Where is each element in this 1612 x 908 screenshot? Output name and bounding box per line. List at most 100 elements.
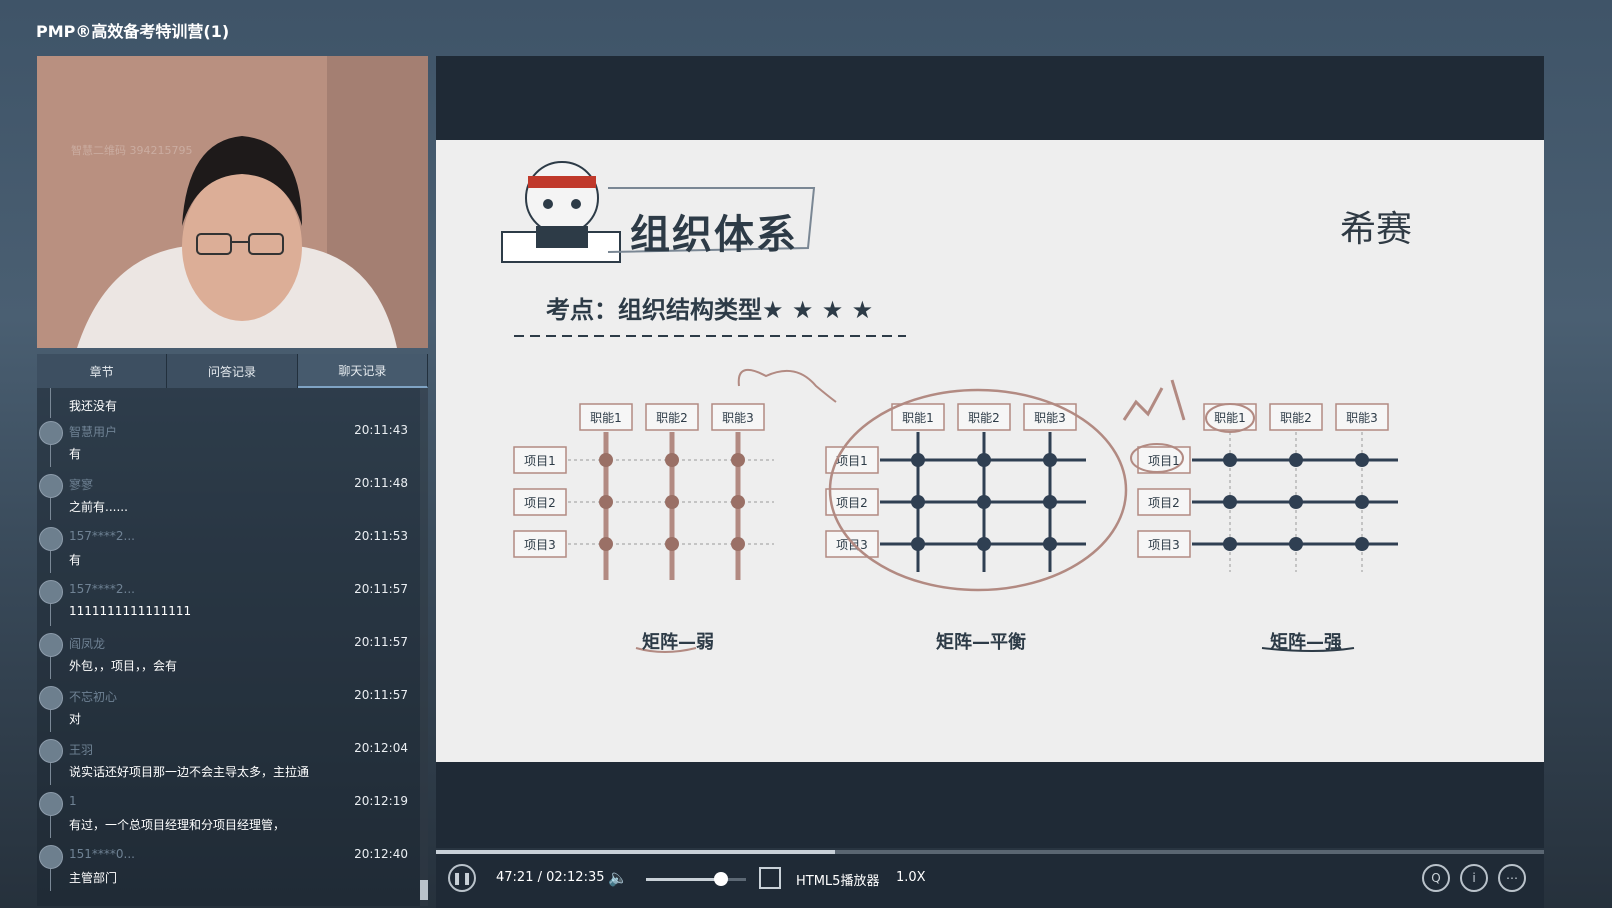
user-avatar [39,633,63,657]
chat-username: 智慧用户 [69,425,118,439]
chat-time: 20:11:48 [354,476,408,490]
chat-text: 有 [69,447,82,461]
course-slide: 职能1 职能2 职能3 项目1 项目2 项目3 职能1 职能2 职能3 项目1 项目2 项目3 职能1 职… [436,140,1544,762]
chat-message: 157****2... 20:11:53 有 [37,521,420,574]
chat-message: 王羽 20:12:04 说实话还好项目那一边不会主导太多，主拉通 [37,733,420,786]
chat-message: 157****2... 20:11:57 1111111111111111 [37,574,420,627]
chat-list[interactable]: 我还没有 智慧用户 20:11:43 有 寥寥 20:11:48 之前有....… [37,388,420,906]
matrix-balanced: 职能1 职能2 职能3 项目1 项目2 项目3 [825,403,1086,572]
matrix-node [731,453,745,467]
timeline-line [50,657,51,679]
sidebar-tabs: 章节 问答记录 聊天记录 [37,354,428,388]
matrix-node [1289,495,1303,509]
timeline-line [50,445,51,467]
project-label: 项目2 [524,496,556,510]
volume-knob[interactable] [714,872,728,886]
matrix-node [911,495,925,509]
time-display: 47:21 / 02:12:35 [496,870,605,885]
user-avatar [39,527,63,551]
volume-slider[interactable] [646,872,746,886]
chat-time: 20:11:57 [354,688,408,702]
matrix-node [977,495,991,509]
chat-text: 对 [69,712,82,726]
matrix-node [977,453,991,467]
user-avatar [39,845,63,869]
matrix-node [665,453,679,467]
matrix-node [1223,495,1237,509]
timeline-line [50,551,51,573]
matrix-node [1043,537,1057,551]
project-label: 项目3 [524,538,556,552]
project-label: 项目1 [836,454,868,468]
pause-icon[interactable]: ❚❚ [448,864,476,892]
speed-button[interactable]: 1.0X [896,870,926,885]
chat-text: 主管部门 [69,871,118,885]
scrollbar-thumb[interactable] [420,880,428,900]
matrix-node [977,537,991,551]
caption-balanced-matrix: 矩阵—平衡 [936,632,1026,653]
chat-text: 说实话还好项目那一边不会主导太多，主拉通 [69,765,310,779]
matrix-node [911,453,925,467]
project-label: 项目1 [524,454,556,468]
matrix-node [665,537,679,551]
user-avatar [39,474,63,498]
chat-time: 20:11:43 [354,423,408,437]
timeline-line [50,388,51,418]
matrix-node [599,453,613,467]
mascot-cat-icon [501,161,621,263]
chat-username: 王羽 [69,743,94,757]
screenshot-icon[interactable] [759,867,781,889]
chat-message: 智慧用户 20:11:43 有 [37,415,420,468]
chat-text: 外包，，项目，，会有 [69,659,178,673]
chat-text: 有过，一个总项目经理和分项目经理管， [69,818,286,832]
chat-time: 20:12:19 [354,794,408,808]
chat-message: 1 20:12:19 有过，一个总项目经理和分项目经理管， [37,786,420,839]
matrix-node [1043,495,1057,509]
function-label: 职能2 [968,411,1000,425]
function-label: 职能2 [656,411,688,425]
sidebar: 章节 问答记录 聊天记录 我还没有 智慧用户 20:11:43 有 寥寥 20:… [37,354,428,906]
chat-text: 我还没有 [69,399,118,413]
function-label: 职能3 [722,411,754,425]
player-name: HTML5播放器 [796,874,880,889]
function-label: 职能1 [1214,411,1246,425]
tab-chat-records[interactable]: 聊天记录 [297,354,428,388]
instructor-camera: 智慧二维码 394215795 [37,56,428,348]
info-icon[interactable]: i [1460,864,1488,892]
timeline-line [50,763,51,785]
matrix-node [1043,453,1057,467]
user-avatar [39,686,63,710]
chat-message: 不忘初心 20:11:57 对 [37,680,420,733]
function-label: 职能3 [1034,411,1066,425]
chat-time: 20:11:57 [354,582,408,596]
matrix-node [1289,453,1303,467]
chat-username: 1 [69,794,77,808]
matrix-node [1223,453,1237,467]
project-label: 项目2 [1148,496,1180,510]
progress-bar[interactable] [436,850,1544,854]
chat-time: 20:11:57 [354,635,408,649]
volume-icon[interactable]: 🔈 [608,868,628,887]
chat-message: 我还没有 [37,388,420,418]
function-label: 职能1 [590,411,622,425]
timeline-line [50,604,51,626]
chat-text: 有 [69,553,82,567]
chat-text: 之前有...... [69,500,128,514]
qa-icon[interactable]: Q [1422,864,1450,892]
matrix-node [1223,537,1237,551]
caption-strong-matrix: 矩阵—强 [1270,632,1342,653]
matrix-node [1355,453,1369,467]
matrix-node [599,495,613,509]
more-icon[interactable]: ⋯ [1498,864,1526,892]
timeline-line [50,869,51,891]
project-label: 项目3 [836,538,868,552]
tab-chapters[interactable]: 章节 [37,354,168,388]
project-label: 项目2 [836,496,868,510]
timeline-line [50,816,51,838]
chat-time: 20:11:53 [354,529,408,543]
chat-time: 20:12:40 [354,847,408,861]
function-label: 职能3 [1346,411,1378,425]
chat-scrollbar[interactable] [420,388,428,906]
user-avatar [39,739,63,763]
tab-qa-records[interactable]: 问答记录 [167,354,298,388]
